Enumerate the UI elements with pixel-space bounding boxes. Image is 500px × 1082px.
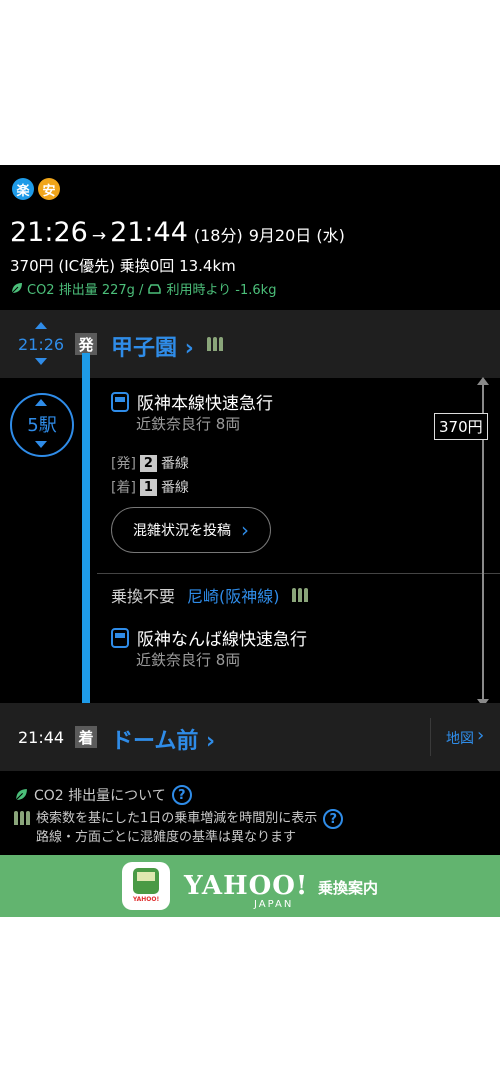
train-icon: [133, 868, 159, 894]
arrival-station[interactable]: ドーム前 ›: [111, 723, 215, 755]
fare-label: 370円: [434, 413, 488, 440]
divider: [430, 718, 431, 756]
car-icon: [148, 283, 162, 294]
arrival-time: 21:44: [18, 728, 65, 747]
post-crowd-label: 混雑状況を投稿: [133, 523, 231, 539]
help-icon[interactable]: ?: [171, 785, 192, 805]
platform-number: 1: [139, 478, 157, 496]
route-badges: 楽 安: [12, 178, 60, 200]
chevron-right-icon: ›: [477, 725, 485, 746]
app-banner[interactable]: YAHOO! YAHOO! JAPAN 乗換案内: [0, 855, 500, 917]
platform-suffix: 番線: [160, 456, 189, 472]
arrival-row[interactable]: 21:44 着 ドーム前 › 地図 ›: [0, 703, 500, 771]
crowd-icon[interactable]: [291, 588, 308, 602]
platform-arrive: [着] 1 番線: [111, 477, 189, 497]
chevron-right-icon: ›: [206, 729, 216, 754]
train-icon: [111, 627, 129, 648]
map-label: 地図: [446, 731, 474, 747]
map-link[interactable]: 地図 ›: [446, 725, 485, 748]
co2-summary: CO2 排出量 227g / 利用時より -1.6kg: [10, 279, 276, 298]
transfer-label: 乗換不要: [111, 587, 176, 606]
platform-label: [発]: [111, 456, 136, 472]
crowd-info: 検索数を基にした1日の乗車増減を時間別に表示 路線・方面ごとに混雑度の基準は異な…: [14, 809, 344, 847]
yahoo-logo-text: YAHOO!: [184, 871, 309, 901]
yahoo-logo: YAHOO! JAPAN 乗換案内: [184, 871, 378, 910]
crowd-icon: [14, 811, 30, 847]
app-icon-text: YAHOO!: [132, 896, 160, 903]
train-2-name: 阪神なんば線快速急行: [137, 630, 307, 650]
platform-label: [着]: [111, 480, 136, 496]
stops-count-button[interactable]: 5駅: [10, 393, 74, 457]
earlier-arrow-icon[interactable]: [35, 322, 47, 329]
help-icon[interactable]: ?: [323, 809, 344, 829]
crowd-info-line2: 路線・方面ごとに混雑度の基準は異なります: [36, 830, 297, 845]
co2-info: CO2 排出量について ?: [14, 785, 192, 805]
co2-about-text: CO2 排出量について: [34, 788, 166, 804]
train-1: 阪神本線快速急行: [111, 389, 273, 414]
departure-station-name: 甲子園: [111, 336, 178, 361]
car-compare-text: 利用時より -1.6kg: [166, 283, 277, 298]
route-times: 21:26 → 21:44 (18分) 9月20日 (水): [10, 217, 345, 248]
crowd-info-line1: 検索数を基にした1日の乗車増減を時間別に表示: [36, 811, 318, 826]
chevron-right-icon: ›: [184, 336, 194, 361]
leaf-icon: [15, 789, 27, 801]
later-arrow-icon[interactable]: [35, 358, 47, 365]
co2-text: CO2 排出量 227g /: [27, 283, 144, 298]
departure-station[interactable]: 甲子園 ›: [111, 330, 194, 362]
cheap-badge: 安: [38, 178, 60, 200]
transfer-info: 乗換不要 尼崎(阪神線): [111, 583, 308, 607]
expand-up-icon: [35, 399, 47, 406]
departure-row[interactable]: 21:26 発 甲子園 ›: [0, 310, 500, 378]
train-2-destination: 近鉄奈良行 8両: [136, 651, 241, 669]
expand-down-icon: [35, 441, 47, 448]
post-crowd-button[interactable]: 混雑状況を投稿 ›: [111, 507, 271, 553]
train-1-destination: 近鉄奈良行 8両: [136, 415, 241, 433]
leaf-icon: [11, 283, 22, 294]
crowd-icon[interactable]: [207, 337, 223, 351]
platform-number: 2: [139, 454, 157, 472]
arrow-icon: →: [91, 226, 107, 246]
route-detail-panel: 楽 安 21:26 → 21:44 (18分) 9月20日 (水) 370円 (…: [0, 165, 500, 917]
route-line: [82, 353, 90, 725]
service-name: 乗換案内: [318, 879, 379, 897]
depart-marker: 発: [75, 333, 97, 355]
depart-time: 21:26: [10, 217, 88, 248]
platform-suffix: 番線: [160, 480, 189, 496]
departure-time[interactable]: 21:26: [18, 335, 64, 354]
chevron-right-icon: ›: [241, 518, 249, 542]
duration: (18分): [193, 226, 243, 245]
date: 9月20日 (水): [248, 226, 345, 245]
stops-count: 5駅: [27, 415, 57, 436]
fare-summary: 370円 (IC優先) 乗換0回 13.4km: [10, 257, 236, 275]
transfer-station[interactable]: 尼崎(阪神線): [187, 583, 280, 607]
divider: [97, 573, 500, 574]
yahoo-japan-text: JAPAN: [254, 899, 294, 910]
train-1-name: 阪神本線快速急行: [137, 394, 273, 414]
arrive-marker: 着: [75, 726, 97, 748]
arrive-time: 21:44: [110, 217, 188, 248]
platform-depart: [発] 2 番線: [111, 453, 189, 473]
train-2: 阪神なんば線快速急行: [111, 625, 307, 650]
app-icon: YAHOO!: [122, 862, 170, 910]
train-icon: [111, 391, 129, 412]
arrival-station-name: ドーム前: [111, 729, 199, 754]
easy-badge: 楽: [12, 178, 34, 200]
